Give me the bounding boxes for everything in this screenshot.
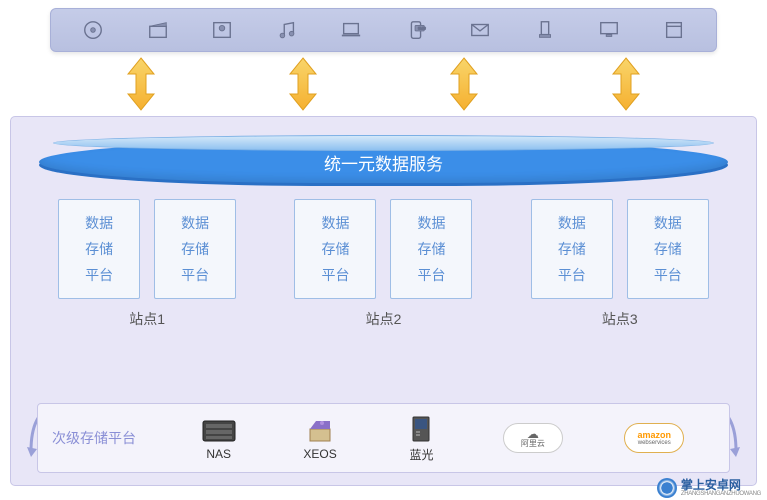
storage-title: 次级存储平台	[52, 428, 142, 448]
storage-item-bluray: 蓝光	[401, 414, 441, 463]
storage-item-label: XEOS	[303, 447, 336, 461]
data-card: 数据存储平台	[627, 199, 709, 299]
service-bar: 统一元数据服务	[39, 141, 728, 183]
data-card: 数据存储平台	[390, 199, 472, 299]
card-line: 存储	[85, 239, 113, 259]
card-line: 平台	[558, 265, 586, 285]
card-line: 平台	[85, 265, 113, 285]
card-line: 存储	[417, 239, 445, 259]
card-line: 平台	[654, 265, 682, 285]
card-line: 平台	[181, 265, 209, 285]
card-line: 平台	[321, 265, 349, 285]
desktop-icon	[596, 17, 622, 43]
window-icon	[661, 17, 687, 43]
service-bar-label: 统一元数据服务	[324, 150, 443, 175]
storage-item-aliyun: ☁ 阿里云	[503, 423, 563, 453]
storage-item-label: 阿里云	[521, 440, 545, 448]
site-label: 站点2	[366, 309, 402, 329]
site-2: 数据存储平台 数据存储平台 站点2	[275, 199, 491, 329]
sms-icon: SMS	[403, 17, 429, 43]
card-line: 存储	[181, 239, 209, 259]
card-line: 数据	[558, 213, 586, 233]
data-card: 数据存储平台	[294, 199, 376, 299]
svg-text:SMS: SMS	[418, 27, 426, 31]
bluray-icon	[401, 414, 441, 444]
mail-icon	[467, 17, 493, 43]
card-line: 平台	[417, 265, 445, 285]
site-label: 站点1	[129, 309, 165, 329]
card-line: 数据	[181, 213, 209, 233]
data-card: 数据存储平台	[58, 199, 140, 299]
storage-item-label: 蓝光	[409, 446, 433, 463]
disc-icon	[80, 17, 106, 43]
card-line: 数据	[417, 213, 445, 233]
aws-icon: amazon webservices	[624, 423, 684, 453]
storage-item-sublabel: webservices	[638, 440, 671, 446]
music-icon	[274, 17, 300, 43]
nas-icon	[199, 415, 239, 445]
card-line: 存储	[654, 239, 682, 259]
photo-icon	[209, 17, 235, 43]
sites-row: 数据存储平台 数据存储平台 站点1 数据存储平台 数据存储平台 站点2 数据存储…	[39, 199, 728, 329]
double-arrow-icon	[124, 56, 158, 112]
storage-item-label: amazon	[637, 431, 671, 440]
arrows-row	[60, 54, 707, 114]
site-label: 站点3	[602, 309, 638, 329]
double-arrow-icon	[447, 56, 481, 112]
storage-item-label: NAS	[206, 447, 231, 461]
card-line: 数据	[85, 213, 113, 233]
laptop-icon	[338, 17, 364, 43]
storage-items: NAS XEOS 蓝光 ☁ 阿里云 amazon webservices	[168, 414, 715, 463]
double-arrow-icon	[609, 56, 643, 112]
xeos-icon	[300, 415, 340, 445]
aliyun-icon: ☁ 阿里云	[503, 423, 563, 453]
storage-panel: 次级存储平台 NAS XEOS 蓝光 ☁ 阿里云	[37, 403, 730, 473]
watermark-main: 掌上安卓网	[681, 479, 761, 491]
site-1: 数据存储平台 数据存储平台 站点1	[39, 199, 255, 329]
watermark-sub: ZHANGSHANGANZHUOWANG	[681, 491, 761, 497]
app-icons-bar: SMS	[50, 8, 717, 52]
storage-item-nas: NAS	[199, 415, 239, 461]
data-card: 数据存储平台	[154, 199, 236, 299]
card-line: 存储	[558, 239, 586, 259]
site-3: 数据存储平台 数据存储平台 站点3	[512, 199, 728, 329]
card-line: 数据	[321, 213, 349, 233]
storage-item-aws: amazon webservices	[624, 423, 684, 453]
data-card: 数据存储平台	[531, 199, 613, 299]
clapper-icon	[145, 17, 171, 43]
card-line: 存储	[321, 239, 349, 259]
main-panel: 统一元数据服务 数据存储平台 数据存储平台 站点1 数据存储平台 数据存储平台 …	[10, 116, 757, 486]
phone-icon	[532, 17, 558, 43]
watermark-icon	[657, 478, 677, 498]
watermark: 掌上安卓网 ZHANGSHANGANZHUOWANG	[657, 478, 761, 498]
card-line: 数据	[654, 213, 682, 233]
storage-item-xeos: XEOS	[300, 415, 340, 461]
double-arrow-icon	[286, 56, 320, 112]
